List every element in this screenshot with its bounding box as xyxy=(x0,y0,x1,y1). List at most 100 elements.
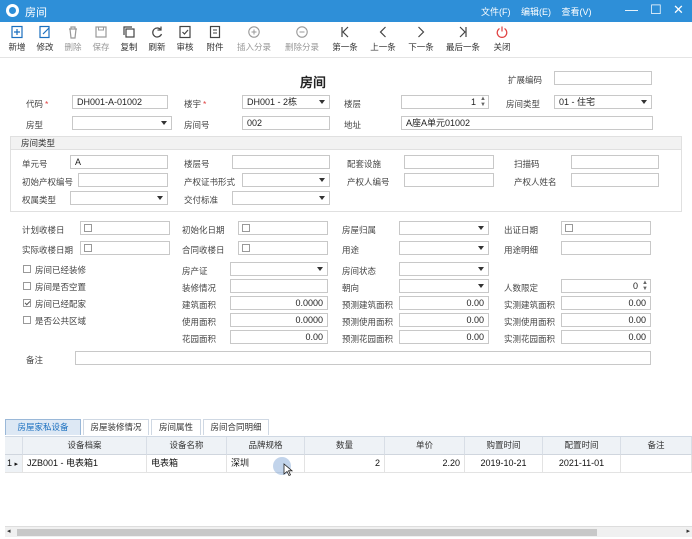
actual-recv-date[interactable] xyxy=(80,241,170,255)
row-header-corner xyxy=(5,437,23,455)
col-header-purchase-date[interactable]: 购置时间 xyxy=(465,437,543,455)
pre-use-input[interactable]: 0.00 xyxy=(399,313,489,327)
tab-room-attributes[interactable]: 房间属性 xyxy=(151,419,201,435)
tab-decoration[interactable]: 房屋装修情况 xyxy=(83,419,149,435)
copy-icon xyxy=(123,26,135,38)
col-header-config-date[interactable]: 配置时间 xyxy=(543,437,621,455)
calendar-icon xyxy=(84,244,92,252)
ownership-select[interactable] xyxy=(399,221,489,235)
room-type-select[interactable]: 01 - 住宅 xyxy=(554,95,652,109)
cell-qty[interactable]: 2 xyxy=(305,455,385,473)
plus-circle-icon xyxy=(248,26,260,38)
prev-record-button[interactable]: 上一条 xyxy=(365,25,401,53)
usage-detail-input[interactable] xyxy=(561,241,651,255)
contract-recv-date[interactable] xyxy=(238,241,328,255)
act-use-label: 实测使用面积 xyxy=(504,317,556,327)
scan-input[interactable] xyxy=(571,155,659,169)
last-record-button[interactable]: 最后一条 xyxy=(441,25,485,53)
orient-select[interactable] xyxy=(399,279,489,293)
col-header-remark[interactable]: 备注 xyxy=(621,437,692,455)
cell-price[interactable]: 2.20 xyxy=(385,455,465,473)
contract-recv-label: 合同收楼日 xyxy=(182,245,225,255)
room-status-select[interactable] xyxy=(399,262,489,276)
floor-no-input[interactable] xyxy=(232,155,330,169)
insert-entry-button[interactable]: 插入分录 xyxy=(232,25,276,53)
public-area-checkbox[interactable] xyxy=(23,316,31,324)
cert-form-select[interactable] xyxy=(242,173,330,187)
room-no-input[interactable]: 002 xyxy=(242,116,330,130)
layout-select[interactable] xyxy=(72,116,172,130)
build-area-input[interactable]: 0.0000 xyxy=(230,296,328,310)
close-window-button[interactable]: ✕ xyxy=(673,2,684,18)
cell-config-date[interactable]: 2021-11-01 xyxy=(543,455,621,473)
cell-equipment[interactable]: JZB001 - 电表箱1 xyxy=(23,455,147,473)
scroll-right-icon[interactable]: ▸ xyxy=(686,527,690,535)
tab-furniture[interactable]: 房屋家私设备 xyxy=(5,419,81,435)
pre-build-input[interactable]: 0.00 xyxy=(399,296,489,310)
plan-recv-date[interactable] xyxy=(80,221,170,235)
audit-button[interactable]: 审核 xyxy=(168,25,202,53)
act-build-input[interactable]: 0.00 xyxy=(561,296,651,310)
col-header-price[interactable]: 单价 xyxy=(385,437,465,455)
furnished-checkbox[interactable] xyxy=(23,299,31,307)
cell-brand[interactable]: 深圳 xyxy=(227,455,305,473)
next-record-button[interactable]: 下一条 xyxy=(403,25,439,53)
building-label: 楼宇 * xyxy=(184,99,207,109)
pre-garden-input[interactable]: 0.00 xyxy=(399,330,489,344)
row-pointer-icon: ▸ xyxy=(14,461,19,468)
audit-icon xyxy=(179,25,191,39)
menu-view[interactable]: 查看(V) xyxy=(562,7,592,17)
menu-edit[interactable]: 编辑(E) xyxy=(521,7,551,17)
owner-no-input[interactable] xyxy=(404,173,494,187)
cell-name[interactable]: 电表箱 xyxy=(147,455,227,473)
scroll-left-icon[interactable]: ◂ xyxy=(7,527,11,535)
init-cert-input[interactable] xyxy=(78,173,168,187)
house-cert-select[interactable] xyxy=(230,262,328,276)
col-header-name[interactable]: 设备名称 xyxy=(147,437,227,455)
delete-entry-button[interactable]: 删除分录 xyxy=(280,25,324,53)
col-header-equipment[interactable]: 设备档案 xyxy=(23,437,147,455)
garden-input[interactable]: 0.00 xyxy=(230,330,328,344)
minimize-button[interactable]: — xyxy=(625,2,638,17)
ext-code-input[interactable] xyxy=(554,71,652,85)
building-select[interactable]: DH001 - 2栋 xyxy=(242,95,330,109)
owner-name-input[interactable] xyxy=(571,173,659,187)
cert-date[interactable] xyxy=(561,221,651,235)
cell-remark[interactable] xyxy=(621,455,692,473)
tab-contract-detail[interactable]: 房间合同明细 xyxy=(203,419,269,435)
right-type-select[interactable] xyxy=(70,191,168,205)
spinner-icon[interactable]: ▲ ▼ xyxy=(480,96,486,108)
people-stepper[interactable]: 0 ▲ ▼ xyxy=(561,279,651,293)
col-header-brand[interactable]: 品牌规格 xyxy=(227,437,305,455)
pre-use-label: 预测使用面积 xyxy=(342,317,394,327)
deliver-select[interactable] xyxy=(232,191,330,205)
usage-select[interactable] xyxy=(399,241,489,255)
attachment-button[interactable]: 附件 xyxy=(198,25,232,53)
deco-input[interactable] xyxy=(230,279,328,293)
scrollbar-thumb[interactable] xyxy=(17,529,597,536)
act-garden-input[interactable]: 0.00 xyxy=(561,330,651,344)
init-date[interactable] xyxy=(238,221,328,235)
address-input[interactable]: A座A单元01002 xyxy=(401,116,653,130)
use-area-input[interactable]: 0.0000 xyxy=(230,313,328,327)
vacant-checkbox[interactable] xyxy=(23,282,31,290)
decorated-checkbox[interactable] xyxy=(23,265,31,273)
close-button[interactable]: 关闭 xyxy=(485,25,519,53)
act-use-input[interactable]: 0.00 xyxy=(561,313,651,327)
col-header-qty[interactable]: 数量 xyxy=(305,437,385,455)
remark-input[interactable] xyxy=(75,351,651,365)
room-status-label: 房间状态 xyxy=(342,266,377,276)
spinner-icon[interactable]: ▲ ▼ xyxy=(642,280,648,292)
code-input[interactable]: DH001-A-01002 xyxy=(72,95,168,109)
cell-purchase-date[interactable]: 2019-10-21 xyxy=(465,455,543,473)
horizontal-scrollbar[interactable]: ◂ ▸ xyxy=(5,526,692,537)
edit-icon xyxy=(39,25,50,39)
facility-input[interactable] xyxy=(404,155,494,169)
unit-no-input[interactable]: A xyxy=(70,155,168,169)
menu-file[interactable]: 文件(F) xyxy=(481,7,511,17)
window-title: 房间 xyxy=(25,7,47,19)
usage-label: 用途 xyxy=(342,245,360,255)
maximize-button[interactable]: ☐ xyxy=(650,2,662,18)
first-record-button[interactable]: 第一条 xyxy=(327,25,363,53)
floor-stepper[interactable]: 1 ▲ ▼ xyxy=(401,95,489,109)
